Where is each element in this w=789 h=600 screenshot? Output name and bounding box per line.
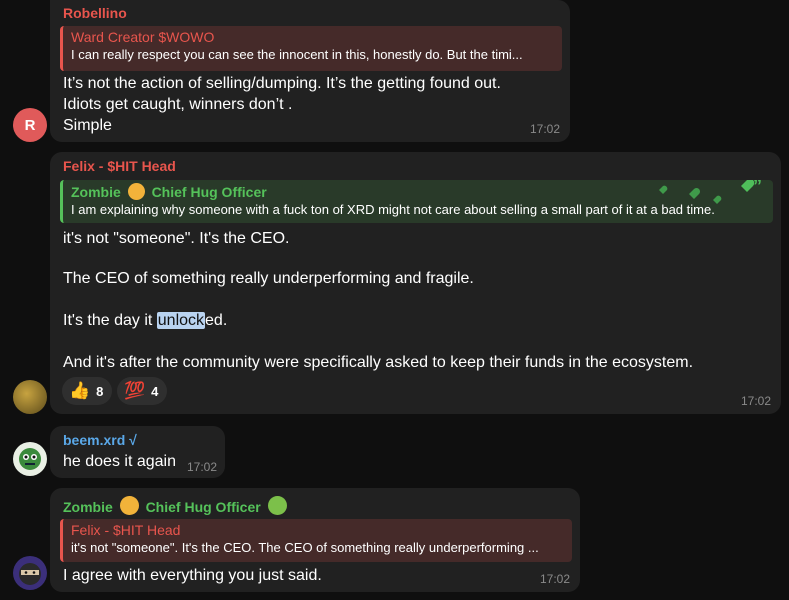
reply-quote-suffix: Chief Hug Officer <box>151 184 267 200</box>
message-text-line: The CEO of something really underperform… <box>63 270 474 287</box>
svg-text:”: ” <box>753 180 762 196</box>
message-bubble[interactable]: Zombie Chief Hug Officer Felix - $HIT He… <box>50 488 580 592</box>
message-text-line: Simple <box>63 117 112 134</box>
reaction-count: 4 <box>151 383 159 399</box>
hundred-points-icon: 💯 <box>124 381 146 400</box>
message-text-line: it's not "someone". It's the CEO. <box>63 230 290 247</box>
zombie-emoji-icon <box>267 496 287 515</box>
avatar-letter: R <box>24 116 36 134</box>
reply-quote-text: it's not "someone". It's the CEO. The CE… <box>71 540 539 555</box>
thumbs-up-icon: 👍 <box>69 381 91 400</box>
message-text-line: he does it again <box>63 453 176 470</box>
message-time: 17:02 <box>529 122 560 136</box>
sender-suffix: Chief Hug Officer <box>145 499 261 515</box>
message-text-line: It's the day it unlocked. <box>63 312 227 330</box>
message-bubble[interactable]: Robellino Ward Creator $WOWO I can reall… <box>50 0 570 142</box>
reply-quote-name: Zombie <box>71 184 121 200</box>
sender-name[interactable]: Felix - $HIT Head <box>63 158 176 174</box>
message-time: 17:02 <box>740 394 771 408</box>
avatar[interactable] <box>13 442 47 476</box>
reply-quote[interactable]: Ward Creator $WOWO I can really respect … <box>60 26 562 71</box>
reaction-count: 8 <box>96 383 104 399</box>
message-time: 17:02 <box>187 460 218 474</box>
message-text-part: It's the day it <box>63 312 157 329</box>
message-bubble[interactable]: Felix - $HIT Head Zombie Chief Hug Offic… <box>50 152 781 414</box>
message-bubble[interactable]: beem.xrd √ he does it again 17:02 <box>50 426 225 478</box>
robot-icon <box>19 448 41 470</box>
hug-emoji-icon <box>127 183 145 200</box>
hearts-decoration-icon: ” <box>659 180 762 204</box>
reaction-hundred[interactable]: 💯 4 <box>117 377 168 405</box>
reaction-thumbs-up[interactable]: 👍 8 <box>62 377 113 405</box>
message-text-part: ed. <box>205 312 228 329</box>
avatar[interactable] <box>13 380 47 414</box>
sender-name[interactable]: Robellino <box>63 5 127 21</box>
message-text-line: Idiots get caught, winners don’t . <box>63 96 293 113</box>
reply-quote[interactable]: Felix - $HIT Head it's not "someone". It… <box>60 519 572 562</box>
hug-emoji-icon <box>119 496 139 515</box>
sender-name[interactable]: beem.xrd √ <box>63 432 137 448</box>
ninja-icon <box>19 563 41 585</box>
reply-quote-title: Felix - $HIT Head <box>71 522 181 538</box>
avatar[interactable] <box>13 556 47 590</box>
search-highlight: unlock <box>156 312 206 329</box>
message-text-line: I agree with everything you just said. <box>63 567 322 584</box>
avatar[interactable]: R <box>13 108 47 142</box>
message-text-line: And it's after the community were specif… <box>63 354 694 371</box>
reply-quote-title: Ward Creator $WOWO <box>71 29 215 45</box>
sender-name-text: Zombie <box>63 499 113 515</box>
reply-quote[interactable]: Zombie Chief Hug Officer I am explaining… <box>60 180 773 223</box>
chat-area: Robellino Ward Creator $WOWO I can reall… <box>0 0 789 600</box>
message-text-line: It’s not the action of selling/dumping. … <box>63 75 501 92</box>
sender-name[interactable]: Zombie Chief Hug Officer <box>63 496 287 515</box>
message-time: 17:02 <box>539 572 570 586</box>
reply-quote-text: I can really respect you can see the inn… <box>71 47 523 62</box>
